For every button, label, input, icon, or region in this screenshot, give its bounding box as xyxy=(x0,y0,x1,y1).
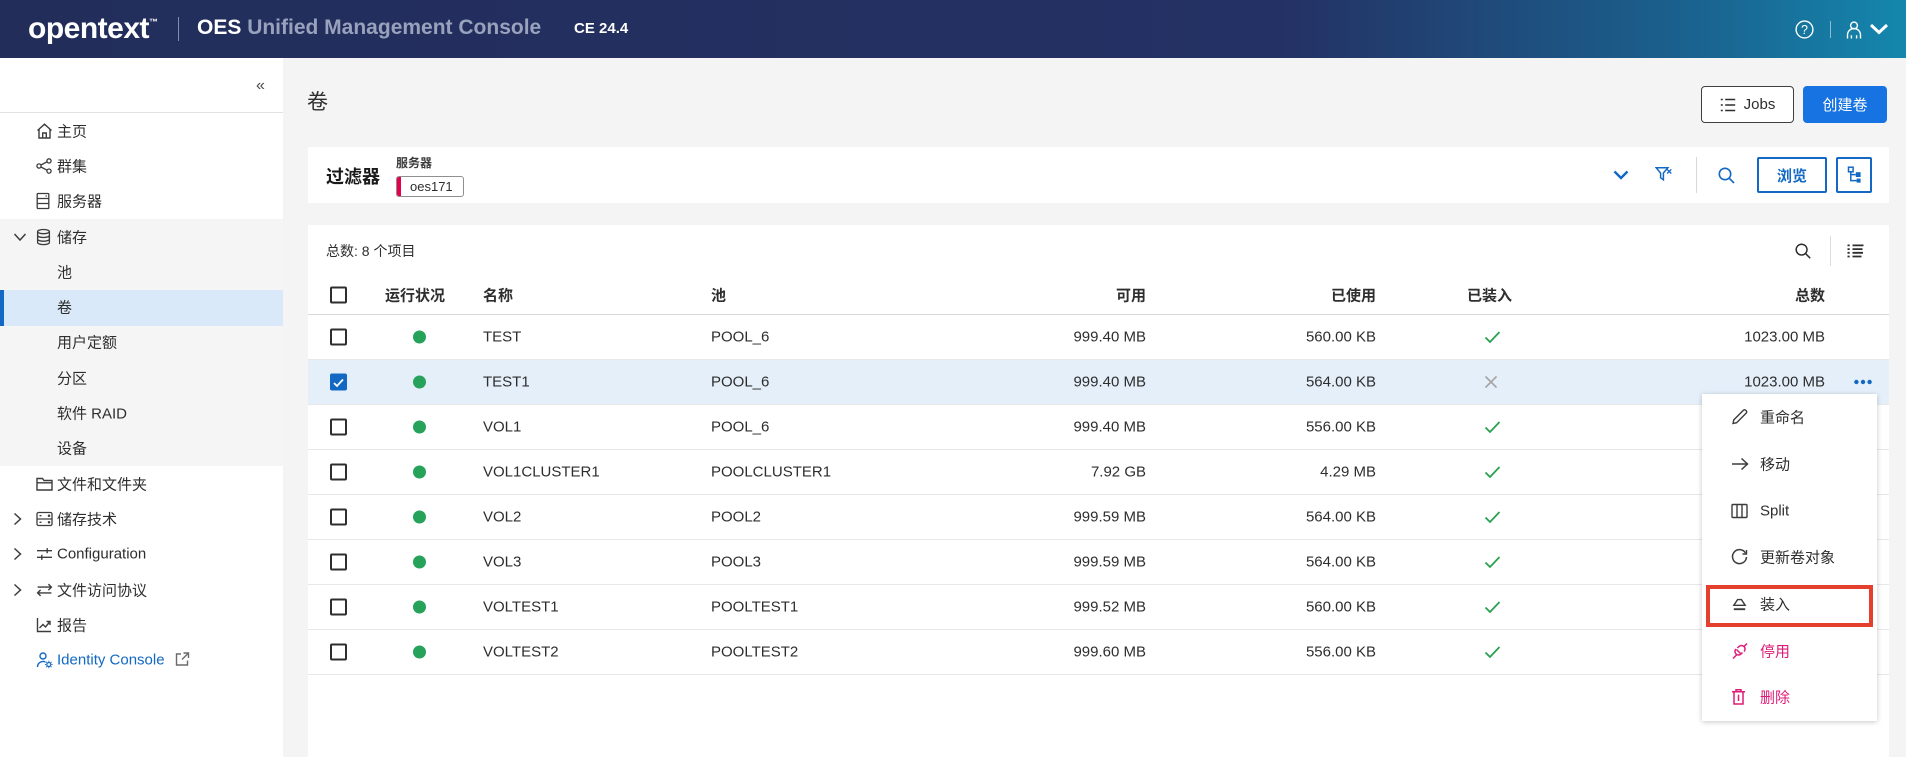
svg-text:?: ? xyxy=(1801,22,1808,36)
